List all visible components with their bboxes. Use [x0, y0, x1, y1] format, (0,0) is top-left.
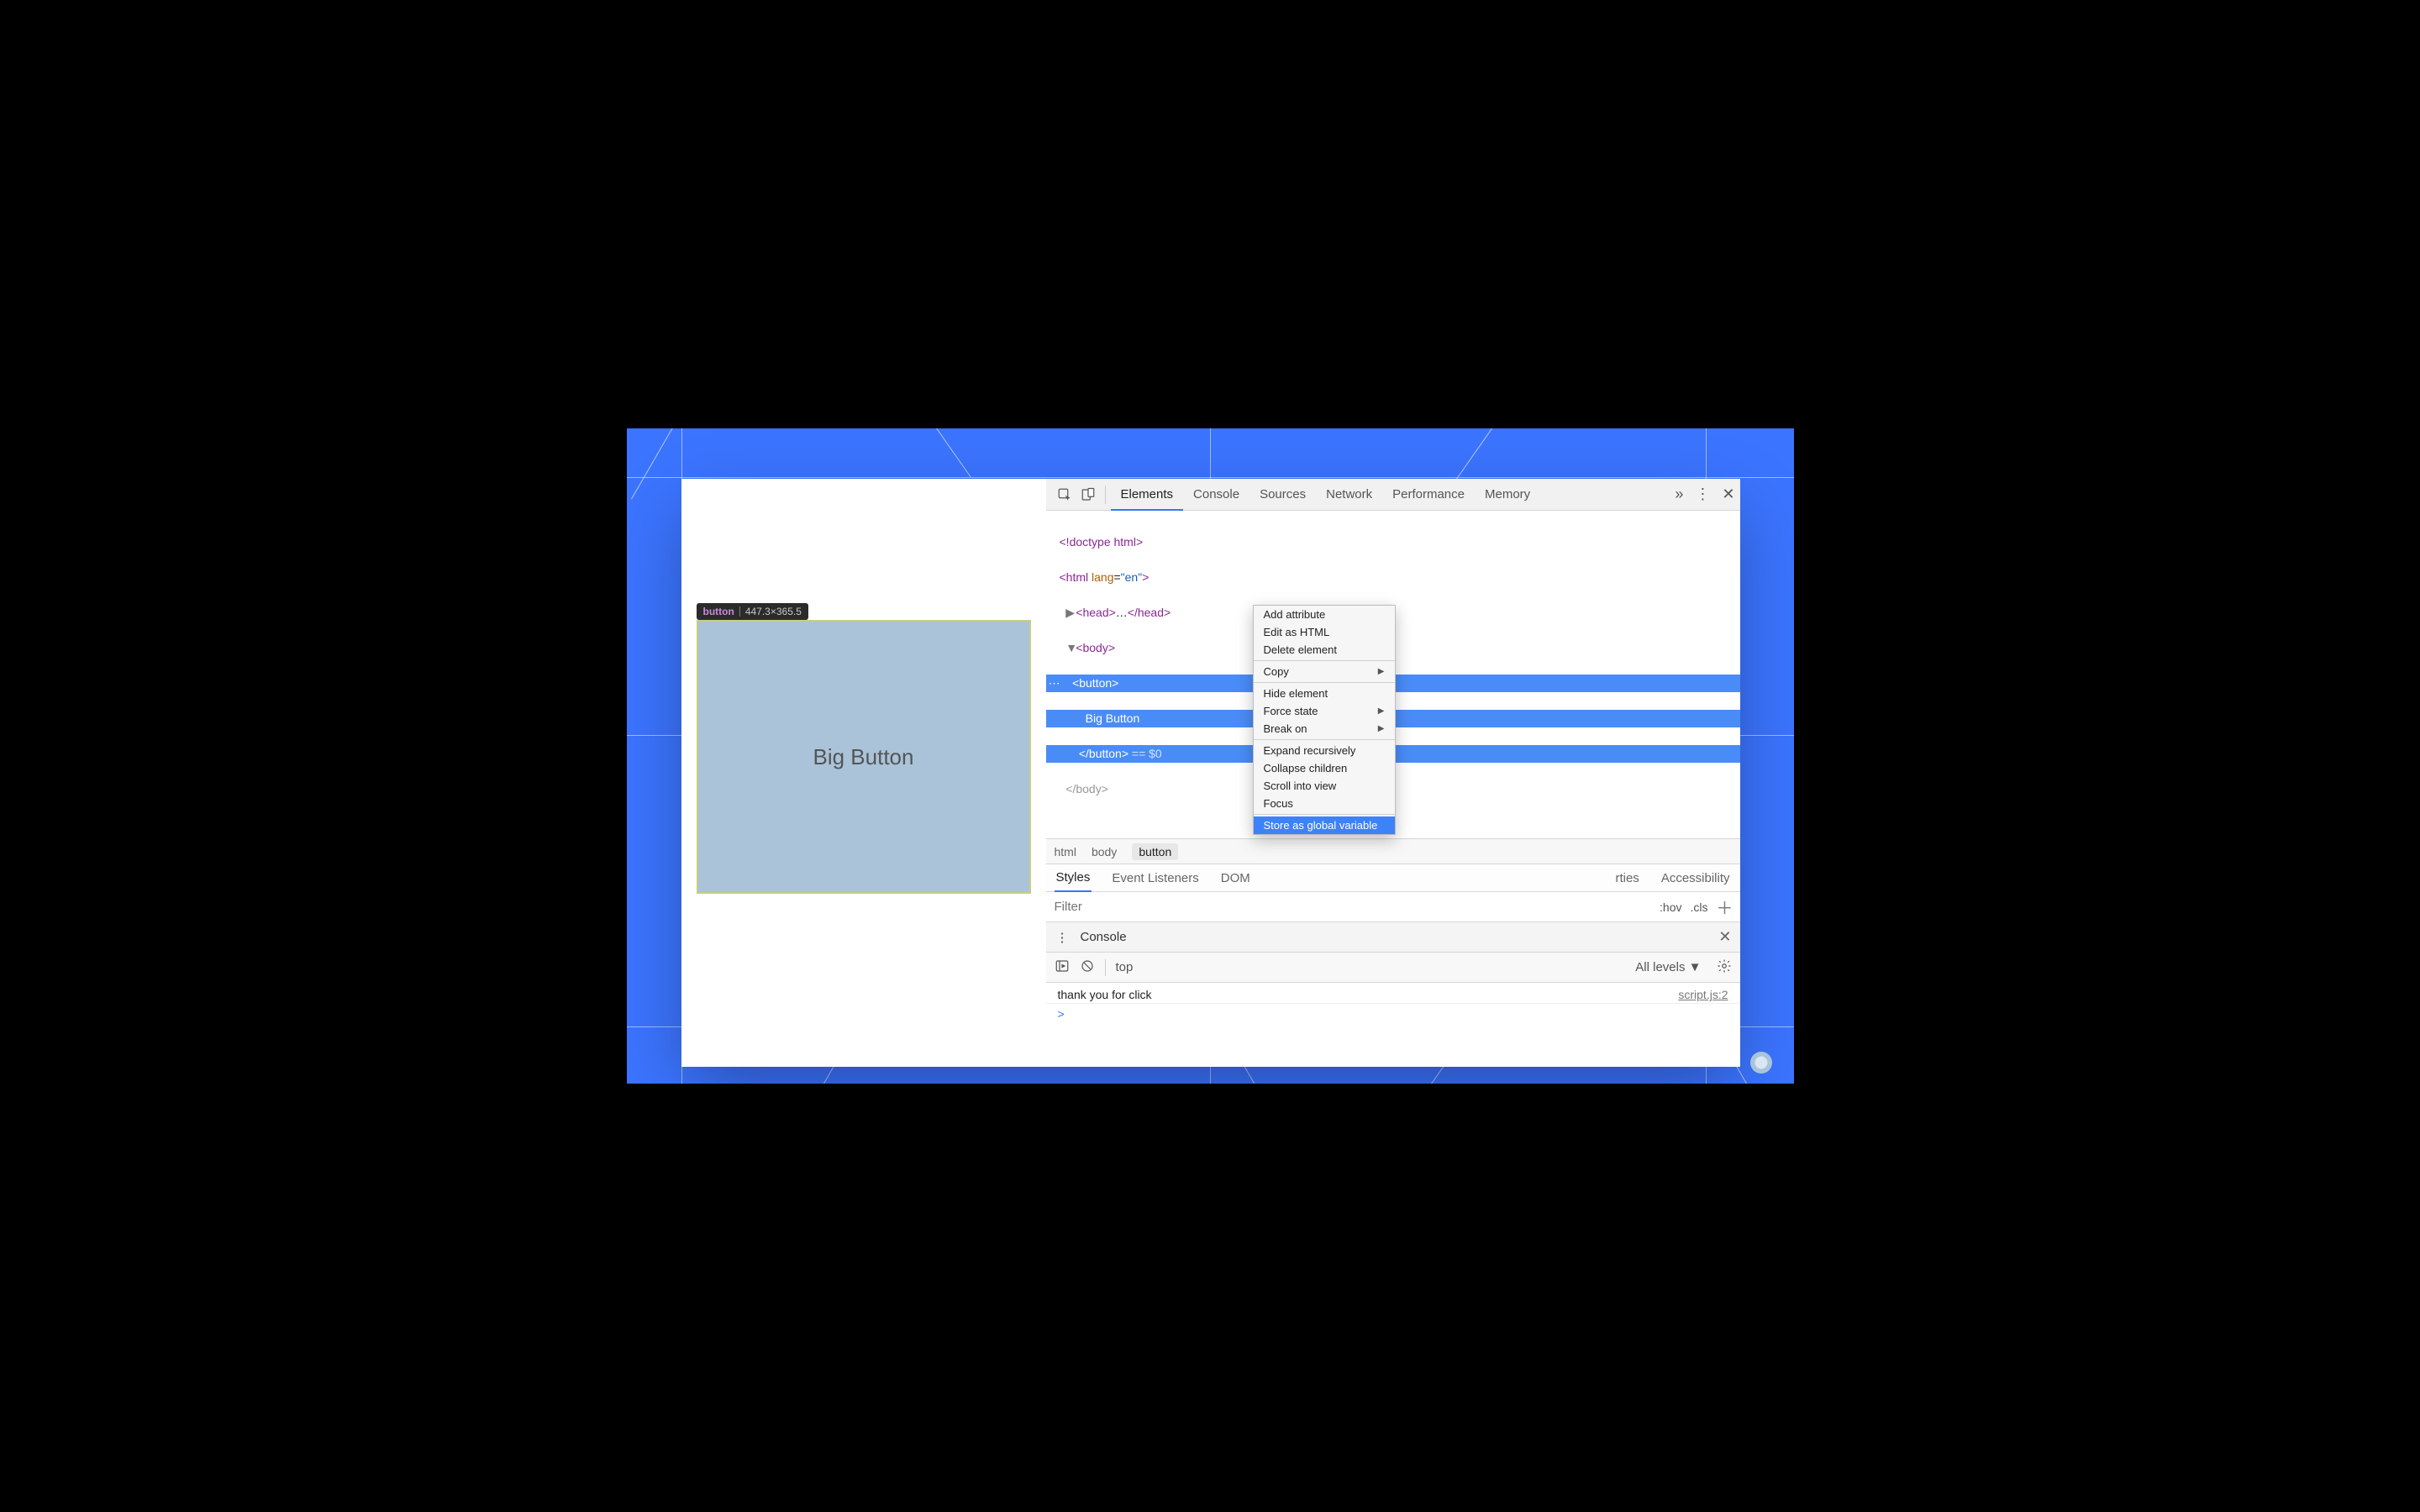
context-menu-item[interactable]: Collapse children — [1254, 759, 1395, 777]
hov-toggle[interactable]: :hov — [1660, 900, 1681, 914]
console-sidebar-toggle-icon[interactable] — [1055, 958, 1070, 977]
letterbox-bottom — [627, 1084, 1794, 1121]
close-drawer-icon[interactable]: ✕ — [1718, 928, 1731, 946]
log-message: thank you for click — [1058, 988, 1152, 1001]
console-drawer-header: ⋮ Console ✕ — [1046, 922, 1740, 953]
context-menu-item[interactable]: Expand recursively — [1254, 742, 1395, 759]
context-menu-item[interactable]: Scroll into view — [1254, 777, 1395, 795]
slide-background: button 447.3×365.5 Big Button — [627, 428, 1794, 1084]
tab-console[interactable]: Console — [1183, 479, 1249, 510]
subtab-dom-breakpoints[interactable]: DOM — [1219, 864, 1252, 891]
kebab-menu-icon[interactable]: ⋮ — [1695, 486, 1710, 503]
context-menu-item[interactable]: Add attribute — [1254, 606, 1395, 623]
subtab-event-listeners[interactable]: Event Listeners — [1110, 864, 1200, 891]
tab-elements[interactable]: Elements — [1111, 480, 1184, 511]
console-settings-icon[interactable] — [1717, 958, 1732, 977]
styles-filter-input[interactable] — [1055, 900, 1223, 914]
inspect-tooltip: button 447.3×365.5 — [697, 603, 808, 620]
breadcrumbs: html body button — [1046, 838, 1740, 864]
console-output[interactable]: thank you for click script.js:2 > — [1046, 983, 1740, 1067]
tooltip-tagname: button — [703, 606, 734, 617]
tab-performance[interactable]: Performance — [1382, 479, 1475, 510]
context-menu: Add attributeEdit as HTMLDelete element C… — [1253, 605, 1396, 835]
tab-sources[interactable]: Sources — [1249, 479, 1316, 510]
device-toolbar-icon[interactable] — [1076, 483, 1100, 507]
close-devtools-icon[interactable]: ✕ — [1722, 486, 1734, 503]
cls-toggle[interactable]: .cls — [1691, 900, 1708, 914]
clear-console-icon[interactable] — [1080, 958, 1095, 977]
inspect-element-icon[interactable] — [1053, 483, 1076, 507]
styles-subtabs: Styles Event Listeners DOM rties Accessi… — [1046, 864, 1740, 892]
context-menu-item[interactable]: Force state▶ — [1254, 702, 1395, 720]
log-source-link[interactable]: script.js:2 — [1678, 988, 1728, 1001]
crumb-body[interactable]: body — [1092, 845, 1117, 858]
subtab-accessibility[interactable]: Accessibility — [1660, 864, 1732, 891]
tooltip-dimensions: 447.3×365.5 — [745, 606, 802, 617]
console-drawer-title: Console — [1081, 930, 1127, 944]
subtab-properties-cut[interactable]: rties — [1613, 864, 1640, 891]
context-menu-item[interactable]: Store as global variable — [1254, 816, 1395, 834]
tab-memory[interactable]: Memory — [1475, 479, 1540, 510]
crumb-button[interactable]: button — [1132, 843, 1178, 860]
execution-context[interactable]: top — [1116, 960, 1134, 974]
page-preview: button 447.3×365.5 Big Button — [681, 479, 1046, 1067]
console-prompt[interactable]: > — [1046, 1004, 1740, 1024]
console-toolbar: top All levels ▼ — [1046, 953, 1740, 983]
drawer-kebab-icon[interactable]: ⋮ — [1056, 930, 1069, 945]
chrome-logo-icon — [1750, 1052, 1772, 1074]
context-menu-item[interactable]: Edit as HTML — [1254, 623, 1395, 641]
console-log-row: thank you for click script.js:2 — [1046, 986, 1740, 1004]
tab-network[interactable]: Network — [1316, 479, 1382, 510]
log-levels-dropdown[interactable]: All levels ▼ — [1635, 960, 1701, 974]
big-button-label: Big Button — [813, 744, 914, 770]
styles-filter-bar: :hov .cls ＋ — [1046, 892, 1740, 922]
context-menu-item[interactable]: Break on▶ — [1254, 720, 1395, 738]
more-tabs-icon[interactable]: » — [1675, 486, 1683, 503]
devtools-tabbar: Elements Console Sources Network Perform… — [1046, 479, 1740, 511]
context-menu-item[interactable]: Hide element — [1254, 685, 1395, 702]
context-menu-item[interactable]: Delete element — [1254, 641, 1395, 659]
letterbox-top — [627, 391, 1794, 428]
app-window: button 447.3×365.5 Big Button — [681, 479, 1740, 1067]
subtab-styles[interactable]: Styles — [1055, 865, 1092, 892]
context-menu-item[interactable]: Focus — [1254, 795, 1395, 812]
new-style-rule-icon[interactable]: ＋ — [1717, 895, 1733, 919]
big-button[interactable]: Big Button — [697, 620, 1031, 894]
crumb-html[interactable]: html — [1055, 845, 1076, 858]
context-menu-item[interactable]: Copy▶ — [1254, 663, 1395, 680]
